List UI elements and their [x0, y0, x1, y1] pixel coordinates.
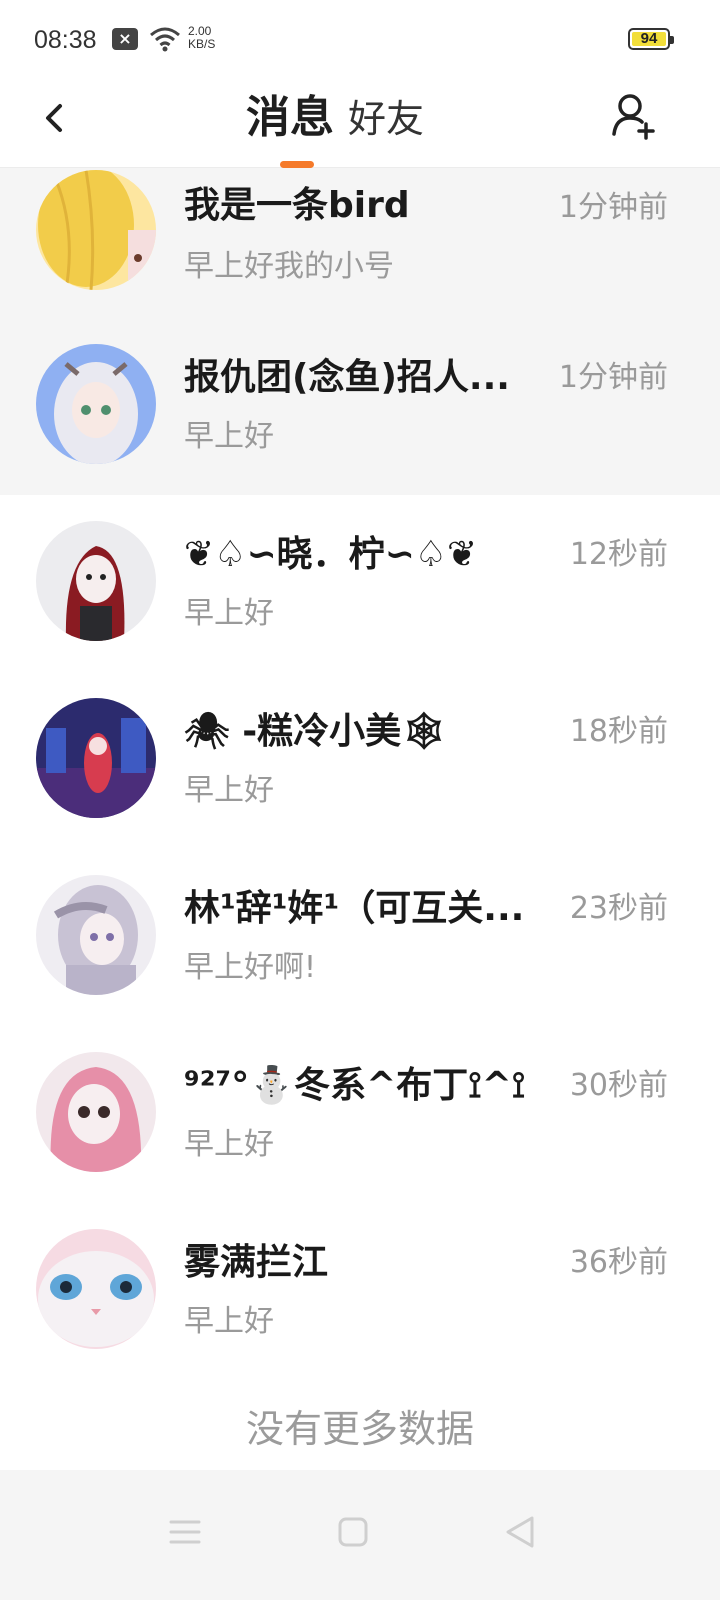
- conversation-item[interactable]: 雾满拦江 早上好 36秒前: [0, 1203, 720, 1380]
- conversation-name: 雾满拦江: [184, 1242, 329, 1283]
- conversation-preview: 早上好: [184, 596, 274, 631]
- conversation-preview: 早上好我的小号: [184, 249, 394, 284]
- status-bar: 08:38 × 2.00 KB/S 94: [0, 0, 720, 80]
- conversation-preview: 早上好: [184, 773, 274, 808]
- conversation-time: 23秒前: [569, 891, 668, 926]
- tab-bar: 消息 好友: [246, 80, 424, 168]
- avatar[interactable]: [36, 698, 156, 818]
- no-more-data-text: 没有更多数据: [245, 1407, 474, 1451]
- system-nav-bar: [0, 1470, 720, 1600]
- home-square-icon[interactable]: [323, 1502, 383, 1562]
- conversation-list: 我是一条bird 早上好我的小号 1分钟前 报仇团(念鱼)招人... 早上好 1…: [0, 168, 720, 1380]
- conversation-name: 🕷 -糕冷小美🕸: [184, 711, 447, 752]
- tab-messages-label: 消息: [246, 92, 334, 143]
- conversation-name: 我是一条bird: [184, 185, 410, 226]
- conversation-name: ❦♤∽晓．柠∽♤❦: [184, 534, 478, 575]
- status-time: 08:38: [34, 26, 97, 54]
- battery-level: 94: [640, 30, 658, 47]
- header: 消息 好友: [0, 80, 720, 168]
- conversation-time: 1分钟前: [558, 190, 668, 225]
- add-user-icon[interactable]: [610, 90, 660, 144]
- conversation-item[interactable]: 我是一条bird 早上好我的小号 1分钟前: [0, 168, 720, 318]
- network-speed-unit: KB/S: [188, 37, 216, 51]
- avatar[interactable]: [36, 875, 156, 995]
- avatar[interactable]: [36, 344, 156, 464]
- avatar[interactable]: [36, 1229, 156, 1349]
- conversation-item[interactable]: 报仇团(念鱼)招人... 早上好 1分钟前: [0, 318, 720, 495]
- tab-messages[interactable]: 消息: [246, 96, 334, 168]
- conversation-time: 18秒前: [569, 714, 668, 749]
- network-speed: 2.00 KB/S: [188, 25, 215, 51]
- conversation-item[interactable]: ❦♤∽晓．柠∽♤❦ 早上好 12秒前: [0, 495, 720, 672]
- active-tab-indicator: [280, 161, 314, 168]
- conversation-name: ⁹²⁷°⛄冬系^布丁⟟^⟟: [184, 1065, 526, 1106]
- back-triangle-icon[interactable]: [490, 1502, 550, 1562]
- conversation-time: 1分钟前: [558, 360, 668, 395]
- conversation-item[interactable]: 林¹辞¹姩¹（可互关... 早上好啊! 23秒前: [0, 849, 720, 1026]
- wifi-icon: [150, 27, 180, 52]
- battery-icon: 94: [628, 28, 674, 50]
- conversation-preview: 早上好: [184, 1304, 274, 1339]
- menu-icon[interactable]: [155, 1502, 215, 1562]
- notification-icon: ×: [112, 28, 138, 50]
- conversation-preview: 早上好: [184, 1127, 274, 1162]
- conversation-preview: 早上好: [184, 419, 274, 454]
- conversation-time: 36秒前: [569, 1245, 668, 1280]
- conversation-item[interactable]: 🕷 -糕冷小美🕸 早上好 18秒前: [0, 672, 720, 849]
- conversation-time: 12秒前: [569, 537, 668, 572]
- conversation-preview: 早上好啊!: [184, 950, 317, 985]
- chevron-left-icon[interactable]: [30, 92, 80, 142]
- avatar[interactable]: [36, 170, 156, 290]
- conversation-time: 30秒前: [569, 1068, 668, 1103]
- tab-friends[interactable]: 好友: [348, 100, 424, 168]
- avatar[interactable]: [36, 1052, 156, 1172]
- conversation-name: 报仇团(念鱼)招人...: [184, 357, 510, 398]
- avatar[interactable]: [36, 521, 156, 641]
- conversation-item[interactable]: ⁹²⁷°⛄冬系^布丁⟟^⟟ 早上好 30秒前: [0, 1026, 720, 1203]
- conversation-name: 林¹辞¹姩¹（可互关...: [184, 888, 525, 929]
